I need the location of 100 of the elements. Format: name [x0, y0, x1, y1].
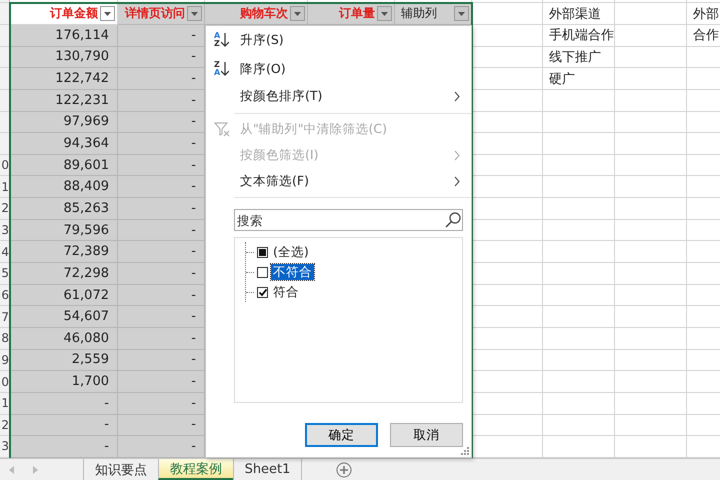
row-header: 0: [0, 371, 10, 393]
table-cell: 61,072: [10, 284, 118, 306]
table-cell: [472, 3, 543, 25]
caret-icon: [294, 12, 301, 16]
table-cell: [543, 414, 615, 436]
table-cell: [615, 176, 687, 198]
table-cell: 88,409: [10, 176, 118, 198]
table-cell: [543, 154, 615, 176]
table-cell: 176,114: [10, 25, 118, 47]
column-header: 购物车次: [240, 5, 288, 22]
chevron-right-icon: [454, 91, 461, 102]
row-header: 2: [0, 198, 10, 220]
list-item[interactable]: 符合: [271, 284, 301, 300]
table-cell: [543, 90, 615, 112]
search-field[interactable]: 搜索: [234, 209, 463, 232]
table-cell: 线下推广: [543, 46, 615, 68]
table-cell: [615, 68, 687, 90]
table-cell: [615, 154, 687, 176]
table-cell: 外部: [687, 3, 720, 25]
checkbox[interactable]: [257, 286, 268, 298]
table-cell: [615, 220, 687, 242]
table-cell: -: [118, 46, 205, 68]
table-cell: -: [10, 414, 118, 436]
table-cell: [543, 371, 615, 393]
table-cell: 72,389: [10, 241, 118, 264]
table-cell: -: [118, 284, 205, 306]
table-cell: [615, 306, 687, 328]
table-cell: [615, 328, 687, 350]
column-header: 订单金额: [50, 5, 98, 22]
filter-dropdown-button[interactable]: [187, 6, 202, 21]
column-header: 详情页访问: [125, 5, 185, 22]
table-cell: [615, 392, 687, 415]
table-cell: 94,364: [10, 133, 118, 155]
table-cell: -: [118, 198, 205, 220]
table-cell: -: [118, 176, 205, 198]
filter-dropdown-button[interactable]: [100, 6, 115, 21]
table-cell: 85,263: [10, 198, 118, 220]
table-cell: [543, 198, 615, 220]
table-cell: [543, 392, 615, 415]
menu-item[interactable]: 按颜色排序(T): [206, 84, 471, 110]
table-cell: [615, 112, 687, 134]
table-cell: -: [118, 68, 205, 90]
row-header: [0, 133, 10, 155]
cancel-button[interactable]: 取消: [390, 423, 463, 448]
table-cell: -: [118, 112, 205, 134]
menu-item[interactable]: A Z 升序(S): [206, 26, 471, 55]
table-cell: [543, 241, 615, 264]
table-cell: [615, 371, 687, 393]
sheet-tab[interactable]: 教程案例: [158, 459, 233, 480]
menu-item[interactable]: Z A 降序(O): [206, 54, 471, 84]
caret-icon: [381, 12, 388, 16]
table-cell: [615, 198, 687, 220]
caret-icon: [458, 12, 465, 16]
table-cell: -: [10, 436, 118, 458]
filter-dropdown-button[interactable]: [454, 6, 469, 21]
table-cell: -: [118, 350, 205, 372]
clear-filter-icon: [214, 122, 230, 137]
resize-grip-icon[interactable]: [461, 447, 469, 456]
table-cell: 97,969: [10, 112, 118, 134]
table-cell: -: [118, 263, 205, 285]
row-header: 1: [0, 176, 10, 198]
table-cell: [543, 306, 615, 328]
row-header: 5: [0, 263, 10, 285]
table-cell: 46,080: [10, 328, 118, 350]
list-item[interactable]: (全选): [271, 244, 311, 260]
table-cell: [615, 90, 687, 112]
row-header: [0, 68, 10, 90]
filter-dropdown-button[interactable]: [377, 6, 392, 21]
table-cell: -: [118, 241, 205, 264]
row-header: 7: [0, 306, 10, 328]
menu-item[interactable]: 文本筛选(F): [206, 168, 471, 194]
table-cell: 2,559: [10, 350, 118, 372]
table-cell: -: [10, 392, 118, 415]
table-cell: [615, 350, 687, 372]
table-cell: [543, 284, 615, 306]
table-cell: 130,790: [10, 46, 118, 68]
list-item[interactable]: 不符合: [271, 264, 314, 280]
table-cell: [615, 46, 687, 68]
sheet-tab[interactable]: Sheet1: [233, 459, 302, 480]
table-cell: [543, 176, 615, 198]
filter-dropdown-button[interactable]: [290, 6, 305, 21]
table-cell: 外部渠道: [543, 3, 615, 25]
column-header: 订单量: [339, 5, 375, 22]
table-cell: [543, 263, 615, 285]
table-cell: -: [118, 328, 205, 350]
table-cell: -: [118, 25, 205, 47]
row-header: [0, 25, 10, 47]
table-cell: [543, 112, 615, 134]
table-cell: [615, 414, 687, 436]
table-cell: 89,601: [10, 154, 118, 176]
table-cell: 72,298: [10, 263, 118, 285]
table-cell: 122,231: [10, 90, 118, 112]
table-cell: 54,607: [10, 306, 118, 328]
checkbox[interactable]: [257, 266, 268, 278]
table-cell: [615, 25, 687, 47]
table-cell: [615, 241, 687, 264]
add-sheet-icon[interactable]: [336, 462, 352, 478]
table-cell: [543, 220, 615, 242]
row-header: 4: [0, 241, 10, 264]
ok-button[interactable]: 确定: [305, 423, 378, 448]
